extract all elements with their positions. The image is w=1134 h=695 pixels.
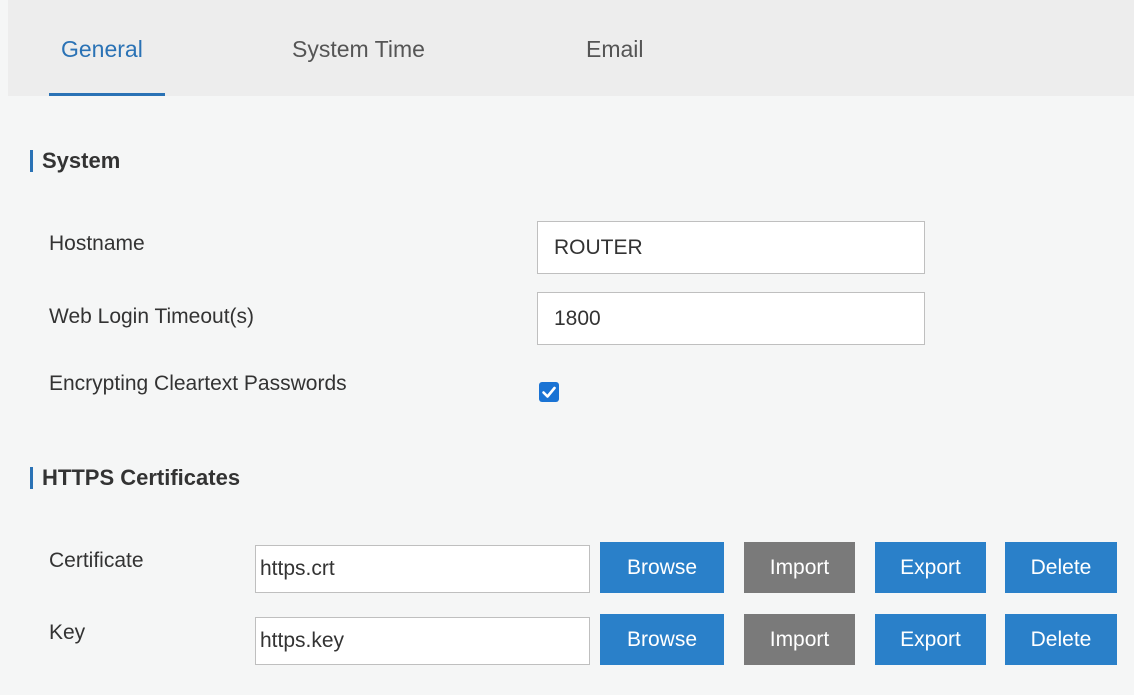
- encrypting-passwords-label: Encrypting Cleartext Passwords: [49, 372, 347, 395]
- key-delete-button[interactable]: Delete: [1005, 614, 1117, 665]
- certificate-delete-button[interactable]: Delete: [1005, 542, 1117, 593]
- certificate-file-input[interactable]: [255, 545, 590, 593]
- certificate-label: Certificate: [49, 549, 144, 572]
- hostname-label: Hostname: [49, 232, 145, 255]
- system-section-title: System: [30, 148, 120, 174]
- key-import-button[interactable]: Import: [744, 614, 855, 665]
- tab-bar: [8, 0, 1134, 96]
- checkmark-icon: [542, 386, 556, 398]
- hostname-input[interactable]: [537, 221, 925, 274]
- key-file-input[interactable]: [255, 617, 590, 665]
- web-login-timeout-label: Web Login Timeout(s): [49, 305, 255, 328]
- tab-general[interactable]: General: [61, 36, 143, 63]
- key-browse-button[interactable]: Browse: [600, 614, 724, 665]
- tab-email[interactable]: Email: [586, 36, 644, 63]
- web-login-timeout-input[interactable]: [537, 292, 925, 345]
- key-label: Key: [49, 621, 86, 644]
- active-tab-indicator: [49, 93, 165, 96]
- certificate-browse-button[interactable]: Browse: [600, 542, 724, 593]
- certificate-import-button[interactable]: Import: [744, 542, 855, 593]
- key-export-button[interactable]: Export: [875, 614, 986, 665]
- tab-system-time[interactable]: System Time: [292, 36, 425, 63]
- https-certificates-section-title: HTTPS Certificates: [30, 465, 240, 491]
- certificate-export-button[interactable]: Export: [875, 542, 986, 593]
- encrypting-passwords-checkbox[interactable]: [539, 382, 559, 402]
